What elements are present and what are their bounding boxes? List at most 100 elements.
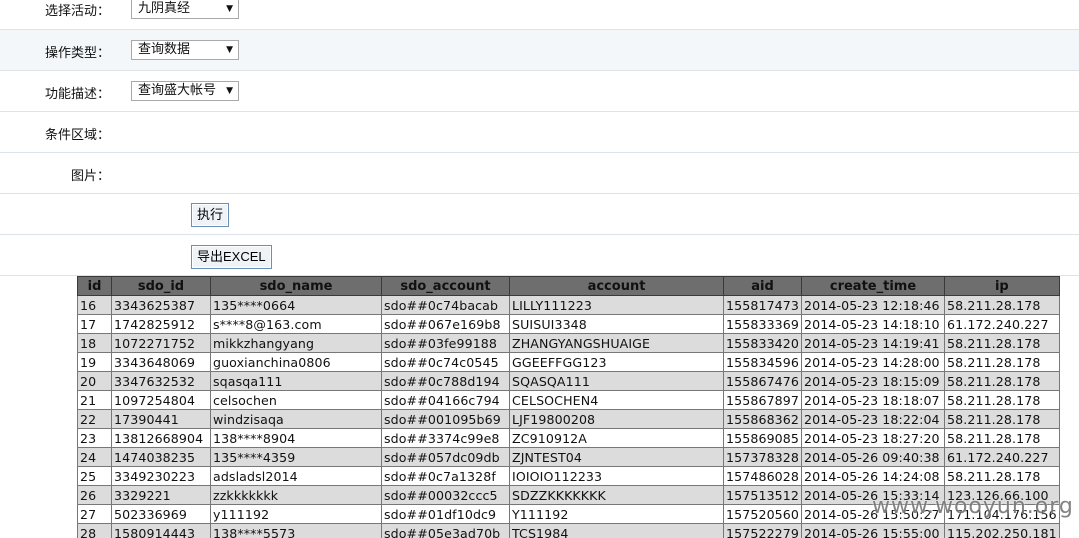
activity-select[interactable]: 九阴真经 ▼	[131, 0, 239, 19]
cell-sdo-name: 135****4359	[210, 447, 382, 467]
cell-id: 23	[77, 428, 112, 448]
cell-sdo-id: 3349230223	[111, 466, 211, 486]
cell-sdo-account: sdo##0c74bacab	[381, 295, 510, 315]
cell-account: Y111192	[509, 504, 724, 524]
cell-aid: 157520560	[722, 504, 803, 524]
cell-id: 21	[77, 390, 112, 410]
cell-create-time: 2014-05-26 09:40:38	[801, 447, 946, 467]
func-desc-select-value: 查询盛大帐号	[138, 83, 217, 98]
cell-sdo-name: adsladsl2014	[210, 466, 382, 486]
cell-account: ZJNTEST04	[509, 447, 724, 467]
cell-sdo-account: sdo##00032ccc5	[381, 485, 510, 505]
cell-aid: 155833420	[722, 333, 803, 353]
column-header-sdo-account: sdo_account	[381, 276, 510, 296]
table-row: 24 1474038235 135****4359 sdo##057dc09db ZJN…	[77, 447, 1060, 467]
cell-sdo-name: s****8@163.com	[210, 314, 382, 334]
func-desc-select[interactable]: 查询盛大帐号 ▼	[131, 81, 239, 101]
cell-create-time: 2014-05-23 14:19:41	[801, 333, 946, 353]
table-row: 19 3343648069 guoxianchina0806 sdo##0c74c05…	[77, 352, 1060, 372]
cell-create-time: 2014-05-23 12:18:46	[801, 295, 946, 315]
activity-label: 选择活动：	[44, 4, 110, 19]
cell-aid: 155867897	[722, 390, 803, 410]
cell-ip: 61.172.240.227	[944, 447, 1060, 467]
cell-ip: 58.211.28.178	[944, 428, 1060, 448]
cell-id: 26	[77, 485, 112, 505]
cell-sdo-account: sdo##01df10dc9	[381, 504, 510, 524]
cell-sdo-name: 138****5573	[210, 523, 382, 538]
cell-sdo-id: 1580914443	[111, 523, 211, 538]
page: 选择活动： 九阴真经 ▼ 操作类型： 查询数据 ▼ 功能描述： 查询盛大帐号 ▼…	[0, 0, 1079, 538]
triangle-down-icon: ▼	[226, 4, 233, 14]
table-row: 28 1580914443 138****5573 sdo##05e3ad70b TCS…	[77, 523, 1060, 538]
cell-sdo-name: windzisaqa	[210, 409, 382, 429]
op-type-label: 操作类型：	[44, 46, 110, 61]
cell-ip: 58.211.28.178	[944, 390, 1060, 410]
cell-create-time: 2014-05-26 15:55:00	[801, 523, 946, 538]
cell-id: 24	[77, 447, 112, 467]
cell-sdo-id: 502336969	[111, 504, 211, 524]
column-header-ip: ip	[944, 276, 1060, 296]
cell-ip: 58.211.28.178	[944, 371, 1060, 391]
cell-sdo-id: 17390441	[111, 409, 211, 429]
cell-account: SUISUI3348	[509, 314, 724, 334]
cell-sdo-account: sdo##067e169b8	[381, 314, 510, 334]
cell-sdo-id: 3347632532	[111, 371, 211, 391]
cell-sdo-id: 1097254804	[111, 390, 211, 410]
cell-create-time: 2014-05-26 14:24:08	[801, 466, 946, 486]
export-excel-button[interactable]: 导出EXCEL	[191, 245, 272, 269]
form-row-execute: 执行	[0, 194, 1079, 235]
op-type-select-value: 查询数据	[138, 42, 191, 57]
cell-account: GGEEFFGG123	[509, 352, 724, 372]
column-header-create-time: create_time	[801, 276, 946, 296]
cell-ip: 58.211.28.178	[944, 352, 1060, 372]
cell-aid: 155817473	[722, 295, 803, 315]
cell-id: 25	[77, 466, 112, 486]
form-row-activity: 选择活动： 九阴真经 ▼	[0, 0, 1079, 30]
cell-aid: 157522279	[722, 523, 803, 538]
cell-aid: 155833369	[722, 314, 803, 334]
cell-sdo-id: 1742825912	[111, 314, 211, 334]
cell-sdo-name: celsochen	[210, 390, 382, 410]
table-header-row: id sdo_id sdo_name sdo_account account a…	[77, 276, 1060, 296]
activity-select-value: 九阴真经	[138, 1, 191, 16]
cell-sdo-name: zzkkkkkkk	[210, 485, 382, 505]
condition-label: 条件区域：	[44, 128, 110, 143]
cell-sdo-name: y111192	[210, 504, 382, 524]
cell-id: 20	[77, 371, 112, 391]
table-row: 25 3349230223 adsladsl2014 sdo##0c7a1328f IO…	[77, 466, 1060, 486]
cell-ip: 58.211.28.178	[944, 333, 1060, 353]
cell-ip: 58.211.28.178	[944, 409, 1060, 429]
cell-sdo-name: 135****0664	[210, 295, 382, 315]
execute-button[interactable]: 执行	[191, 203, 230, 227]
cell-aid: 157513512	[722, 485, 803, 505]
triangle-down-icon: ▼	[226, 86, 233, 96]
column-header-sdo-id: sdo_id	[111, 276, 211, 296]
cell-aid: 155834596	[722, 352, 803, 372]
cell-sdo-name: mikkzhangyang	[210, 333, 382, 353]
cell-aid: 155869085	[722, 428, 803, 448]
column-header-id: id	[77, 276, 112, 296]
cell-sdo-account: sdo##0c788d194	[381, 371, 510, 391]
cell-account: SDZZKKKKKKK	[509, 485, 724, 505]
cell-ip: 58.211.28.178	[944, 466, 1060, 486]
cell-sdo-account: sdo##001095b69	[381, 409, 510, 429]
cell-aid: 155868362	[722, 409, 803, 429]
cell-id: 18	[77, 333, 112, 353]
table-row: 21 1097254804 celsochen sdo##04166c794 CELSO…	[77, 390, 1060, 410]
table-row: 17 1742825912 s****8@163.com sdo##067e169b8…	[77, 314, 1060, 334]
op-type-select[interactable]: 查询数据 ▼	[131, 40, 239, 60]
cell-account: LJF19800208	[509, 409, 724, 429]
cell-account: SQASQA111	[509, 371, 724, 391]
form-row-image: 图片：	[0, 153, 1079, 194]
column-header-account: account	[509, 276, 724, 296]
cell-id: 28	[77, 523, 112, 538]
cell-ip: 58.211.28.178	[944, 295, 1060, 315]
table-row: 23 13812668904 138****8904 sdo##3374c99e8 ZC…	[77, 428, 1060, 448]
cell-sdo-name: 138****8904	[210, 428, 382, 448]
cell-sdo-account: sdo##05e3ad70b	[381, 523, 510, 538]
cell-sdo-id: 1474038235	[111, 447, 211, 467]
cell-account: IOIOIO112233	[509, 466, 724, 486]
cell-account: TCS1984	[509, 523, 724, 538]
func-desc-label: 功能描述：	[44, 87, 110, 102]
cell-account: CELSOCHEN4	[509, 390, 724, 410]
